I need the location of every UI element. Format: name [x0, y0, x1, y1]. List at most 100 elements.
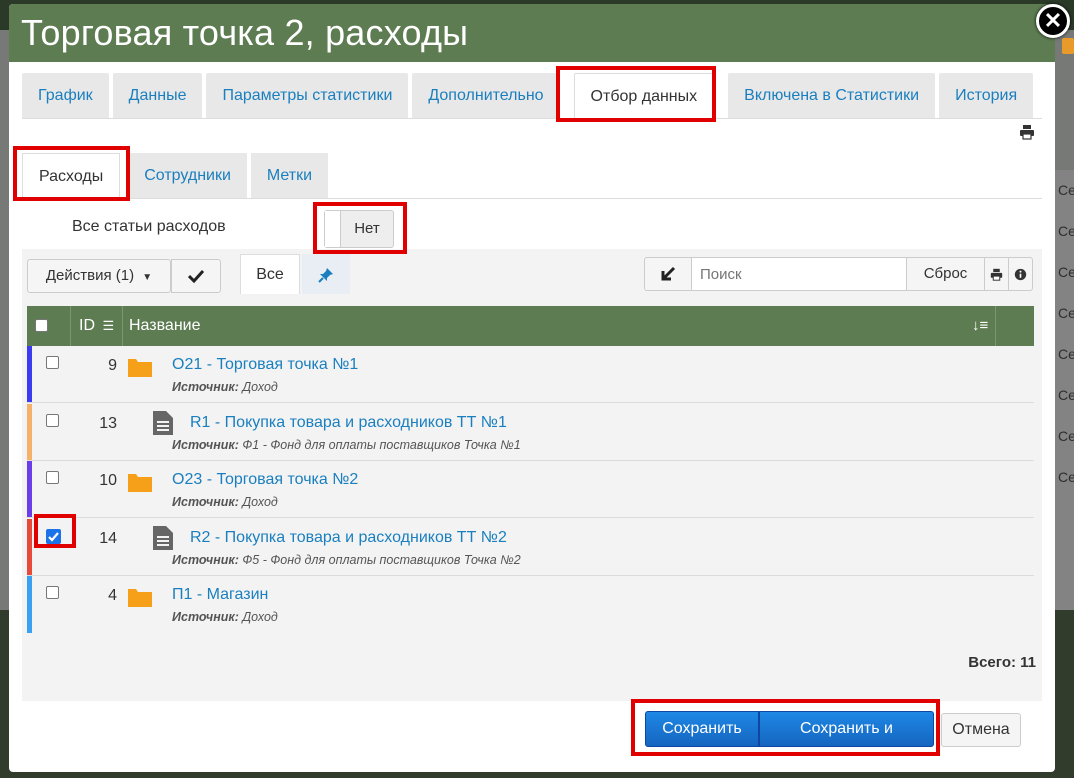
row-title-link[interactable]: П1 - Магазин [172, 586, 268, 604]
sort-desc-icon[interactable]: ↓≡ [972, 306, 988, 346]
toggle-value: Нет [354, 220, 380, 237]
row-source: Источник: Ф5 - Фонд для оплаты поставщик… [172, 553, 521, 567]
print-icon [990, 268, 1003, 281]
save-and-exit-button[interactable]: Сохранить и выйти [759, 711, 934, 771]
tab-schedule[interactable]: График [22, 73, 109, 118]
row-color-bar [27, 346, 32, 402]
pin-icon [318, 268, 333, 284]
header-separator [70, 306, 71, 346]
tab-included-in-stats[interactable]: Включена в Статистики [728, 73, 936, 118]
tab-data[interactable]: Данные [112, 73, 203, 118]
search-input[interactable] [692, 257, 907, 291]
id-header[interactable]: ID ☰ [79, 306, 114, 346]
row-checkbox[interactable] [46, 471, 59, 484]
row-id: 4 [108, 587, 117, 604]
document-icon [153, 411, 173, 435]
caret-down-icon: ▼ [142, 272, 153, 283]
modal-dialog: Торговая точка 2, расходы График Данные … [9, 4, 1055, 772]
header-separator [995, 306, 996, 346]
close-icon[interactable]: ✕ [1036, 4, 1070, 38]
row-color-bar [27, 404, 32, 460]
total-count: Всего: 11 [968, 654, 1036, 671]
row-checkbox-checked[interactable] [46, 529, 61, 544]
tab-additional[interactable]: Дополнительно [412, 73, 560, 118]
row-source-value: Ф1 - Фонд для оплаты поставщиков Точка №… [242, 438, 521, 452]
tab-history[interactable]: История [939, 73, 1034, 118]
sub-tabs: Расходы Сотрудники Метки [22, 153, 332, 198]
table-row[interactable]: 9 О21 - Торговая точка №1 Источник: Дохо… [27, 346, 1034, 403]
row-checkbox[interactable] [46, 356, 59, 369]
row-source-label: Источник: [172, 553, 239, 567]
row-source-value: Доход [242, 380, 278, 394]
folder-icon [128, 474, 152, 492]
row-title-link[interactable]: О23 - Торговая точка №2 [172, 471, 358, 489]
tabs-divider [22, 118, 1042, 119]
row-source-label: Источник: [172, 380, 239, 394]
row-source-label: Источник: [172, 495, 239, 509]
table-row[interactable]: 10 О23 - Торговая точка №2 Источник: Дох… [27, 461, 1034, 518]
items-panel: Действия (1) ▼ Все Сброс [22, 249, 1042, 701]
search-bar: Сброс [644, 257, 1033, 291]
table-row[interactable]: 4 П1 - Магазин Источник: Доход [27, 576, 1034, 633]
row-source: Источник: Доход [172, 380, 278, 394]
row-source: Источник: Доход [172, 495, 278, 509]
save-button[interactable]: Сохранить [645, 711, 759, 747]
row-title-link[interactable]: R1 - Покупка товара и расходников ТТ №1 [190, 414, 507, 432]
print-icon[interactable] [1019, 124, 1035, 140]
row-checkbox[interactable] [46, 414, 59, 427]
filter-pinned-tab[interactable] [302, 254, 350, 294]
arrow-down-left-icon [661, 266, 676, 281]
row-source: Источник: Ф1 - Фонд для оплаты поставщик… [172, 438, 521, 452]
row-title-link[interactable]: О21 - Торговая точка №1 [172, 356, 358, 374]
all-expenses-toggle[interactable]: Нет [324, 210, 394, 248]
row-color-bar [27, 576, 32, 633]
actions-label: Действия (1) [45, 267, 135, 284]
cancel-button[interactable]: Отмена [941, 713, 1021, 747]
table-row[interactable]: 14 R2 - Покупка товара и расходников ТТ … [27, 519, 1034, 576]
check-icon [48, 532, 59, 542]
row-checkbox[interactable] [46, 586, 59, 599]
table-header: ID ☰ Название ↓≡ [27, 306, 1034, 346]
subtab-employees[interactable]: Сотрудники [128, 153, 247, 198]
id-header-label: ID [79, 317, 95, 334]
filter-all-tab[interactable]: Все [240, 254, 300, 294]
select-all-cell [35, 319, 48, 337]
document-icon [153, 526, 173, 550]
row-title-link[interactable]: R2 - Покупка товара и расходников ТТ №2 [190, 529, 507, 547]
tab-data-selection[interactable]: Отбор данных [573, 73, 715, 118]
subtabs-divider [22, 198, 1042, 199]
subtab-tags[interactable]: Метки [250, 153, 329, 198]
actions-dropdown[interactable]: Действия (1) ▼ [27, 259, 171, 293]
save-button-group: Сохранить Сохранить и выйти [645, 711, 934, 771]
sort-lines-icon: ☰ [102, 318, 115, 333]
row-source-value: Доход [242, 610, 278, 624]
select-all-checkbox[interactable] [35, 319, 48, 332]
row-source-label: Источник: [172, 610, 239, 624]
reset-button[interactable]: Сброс [907, 257, 985, 291]
check-icon [187, 270, 205, 284]
info-icon [1014, 268, 1027, 280]
row-source-value: Ф5 - Фонд для оплаты поставщиков Точка №… [242, 553, 521, 567]
all-expenses-label: Все статьи расходов [72, 218, 226, 235]
info-button[interactable] [1009, 257, 1033, 291]
row-id: 14 [99, 530, 117, 547]
collapse-button[interactable] [644, 257, 692, 291]
header-separator [122, 306, 123, 346]
row-source-value: Доход [242, 495, 278, 509]
main-tabs: График Данные Параметры статистики Допол… [22, 73, 1037, 118]
row-id: 9 [108, 357, 117, 374]
folder-icon [128, 589, 152, 607]
toggle-knob [325, 211, 341, 247]
name-header[interactable]: Название [129, 306, 201, 346]
row-source: Источник: Доход [172, 610, 278, 624]
apply-button[interactable] [171, 259, 221, 293]
folder-icon [128, 359, 152, 377]
subtab-expenses[interactable]: Расходы [22, 153, 121, 198]
background-badge [1062, 38, 1074, 54]
row-source-label: Источник: [172, 438, 239, 452]
print-list-button[interactable] [985, 257, 1009, 291]
row-color-bar [27, 519, 32, 575]
tab-stat-params[interactable]: Параметры статистики [206, 73, 409, 118]
row-color-bar [27, 461, 32, 517]
table-row[interactable]: 13 R1 - Покупка товара и расходников ТТ … [27, 404, 1034, 461]
